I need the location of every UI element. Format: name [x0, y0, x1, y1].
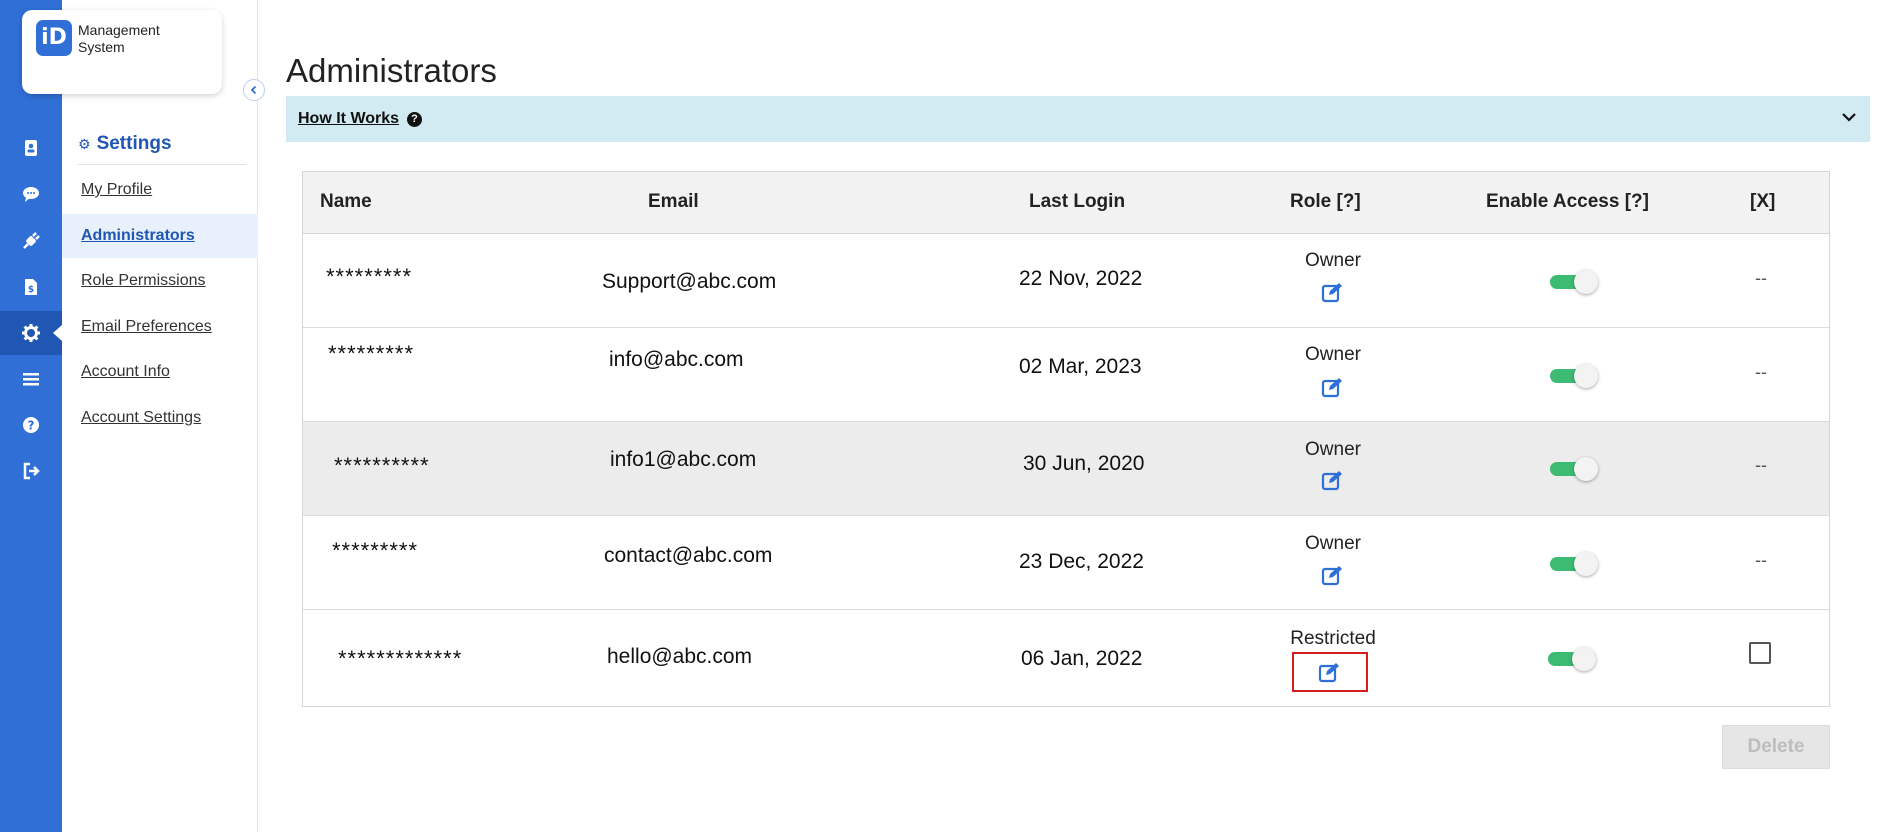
settings-heading: ⚙ Settings [78, 133, 172, 155]
header-delete: [X] [1750, 191, 1776, 212]
how-it-works-bar[interactable]: How It Works ? [286, 96, 1870, 142]
header-last-login: Last Login [1029, 191, 1126, 212]
collapse-sidebar-button[interactable] [243, 79, 265, 101]
header-enable-access: Enable Access [?] [1486, 191, 1649, 212]
delete-checkbox[interactable] [1749, 642, 1771, 664]
logo-line-2: System [78, 39, 125, 55]
administrators-table: Name Email Last Login Role [?] Enable Ac… [302, 171, 1830, 707]
row-role: Owner [1305, 250, 1361, 271]
table-row: ********* Support@abc.com 22 Nov, 2022 O… [303, 234, 1829, 328]
row-delete-placeholder: -- [1755, 362, 1767, 382]
header-role: Role [?] [1290, 191, 1361, 212]
edit-icon [1318, 663, 1339, 683]
table-row: ********* info@abc.com 02 Mar, 2023 Owne… [303, 328, 1829, 422]
logo-card: iD Management System [22, 10, 222, 94]
edit-icon [1321, 283, 1342, 303]
row-last-login: 02 Mar, 2023 [1019, 355, 1142, 378]
edit-role-button[interactable] [1320, 468, 1346, 492]
row-email: info1@abc.com [610, 448, 757, 471]
enable-access-toggle[interactable] [1548, 457, 1600, 481]
header-email: Email [648, 191, 699, 212]
row-email: hello@abc.com [607, 645, 753, 668]
edit-role-button[interactable] [1320, 563, 1346, 587]
chevron-down-icon[interactable] [1840, 108, 1858, 126]
row-delete-placeholder: -- [1755, 550, 1767, 570]
row-name: ********* [332, 538, 419, 563]
row-role: Owner [1305, 439, 1361, 460]
gear-icon: ⚙ [78, 135, 91, 152]
edit-icon [1321, 471, 1342, 491]
chevron-left-icon [250, 85, 257, 95]
delete-button[interactable]: Delete [1722, 725, 1830, 769]
toggle-knob [1574, 552, 1598, 576]
billing-icon[interactable]: $ [0, 265, 62, 309]
edit-icon [1321, 378, 1342, 398]
logo-text: Management System [78, 22, 160, 56]
row-last-login: 22 Nov, 2022 [1019, 267, 1143, 290]
toggle-knob [1574, 364, 1598, 388]
row-delete-placeholder: -- [1755, 268, 1767, 288]
page-title: Administrators [286, 52, 497, 90]
row-role: Restricted [1290, 628, 1376, 649]
row-email: info@abc.com [609, 348, 744, 371]
edit-role-button[interactable] [1292, 652, 1368, 692]
table-row: ************* hello@abc.com 06 Jan, 2022… [303, 610, 1829, 704]
gear-icon[interactable] [0, 311, 62, 355]
enable-access-toggle[interactable] [1548, 364, 1600, 388]
menu-account-settings[interactable]: Account Settings [62, 396, 258, 440]
edit-role-button[interactable] [1320, 280, 1346, 304]
table-row: ********** info1@abc.com 30 Jun, 2020 Ow… [303, 422, 1829, 516]
table-row: ********* contact@abc.com 23 Dec, 2022 O… [303, 516, 1829, 610]
edit-icon [1321, 566, 1342, 586]
logo-line-1: Management [78, 22, 160, 38]
chat-icon[interactable] [0, 172, 62, 216]
toggle-knob [1574, 270, 1598, 294]
row-name: ************* [338, 646, 463, 671]
menu-administrators[interactable]: Administrators [62, 214, 258, 258]
row-delete-placeholder: -- [1755, 455, 1767, 475]
plug-icon[interactable] [0, 219, 62, 263]
contacts-icon[interactable] [0, 126, 62, 170]
row-email: contact@abc.com [604, 544, 773, 567]
svg-text:?: ? [28, 419, 35, 433]
logout-icon[interactable] [0, 449, 62, 493]
help-circle-icon[interactable]: ? [407, 111, 423, 127]
row-last-login: 23 Dec, 2022 [1019, 550, 1144, 573]
settings-heading-label: Settings [96, 133, 172, 154]
table-header: Name Email Last Login Role [?] Enable Ac… [303, 172, 1829, 234]
logo-mark: iD [36, 20, 72, 56]
help-icon[interactable]: ? [0, 403, 62, 447]
toggle-knob [1572, 647, 1596, 671]
header-name: Name [320, 191, 372, 212]
menu-account-info[interactable]: Account Info [62, 350, 258, 394]
enable-access-toggle[interactable] [1548, 552, 1600, 576]
edit-role-button[interactable] [1320, 375, 1346, 399]
row-name: ********** [334, 453, 430, 478]
svg-text:$: $ [28, 285, 34, 295]
list-icon[interactable] [0, 357, 62, 401]
row-role: Owner [1305, 533, 1361, 554]
icon-rail: $ ? [0, 0, 62, 832]
row-email: Support@abc.com [602, 270, 777, 293]
menu-my-profile[interactable]: My Profile [62, 168, 258, 212]
menu-email-preferences[interactable]: Email Preferences [62, 305, 258, 349]
row-name: ********* [328, 341, 415, 366]
divider [78, 164, 246, 165]
row-name: ********* [326, 264, 413, 289]
toggle-knob [1574, 457, 1598, 481]
how-it-works-link[interactable]: How It Works [298, 110, 399, 128]
menu-role-permissions[interactable]: Role Permissions [62, 259, 258, 303]
enable-access-toggle[interactable] [1548, 270, 1600, 294]
row-role: Owner [1305, 344, 1361, 365]
row-last-login: 30 Jun, 2020 [1023, 452, 1145, 475]
enable-access-toggle[interactable] [1546, 647, 1598, 671]
row-last-login: 06 Jan, 2022 [1021, 647, 1143, 670]
